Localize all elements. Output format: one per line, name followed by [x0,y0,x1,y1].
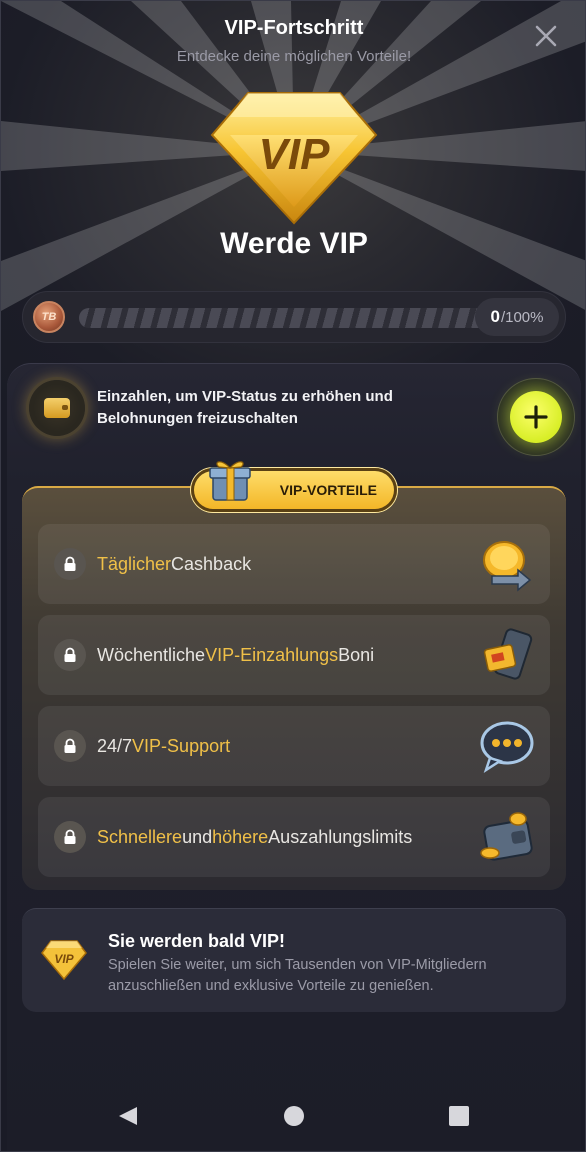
bottom-panel: Einzahlen, um VIP-Status zu erhöhen und … [7,363,581,1151]
page-subtitle: Entdecke deine möglichen Vorteile! [176,48,412,65]
close-button[interactable] [529,19,563,53]
system-navigation-bar [1,1093,585,1141]
wallet-coins-icon [480,812,533,861]
progress-suffix: /100% [500,308,544,326]
page-title: VIP-Fortschritt [224,17,364,39]
deposit-prompt: Einzahlen, um VIP-Status zu erhöhen und … [29,378,575,456]
benefit-item-daily-cashback: Täglicher Cashback [38,524,550,604]
vip-progress-bar: TB 0 /100% [22,291,566,343]
vip-progress-screen: VIP-Fortschritt Entdecke deine möglichen… [0,0,586,1152]
benefit-item-weekly-deposit-bonus: Wöchentliche VIP-Einzahlungs Boni [38,615,550,695]
benefit-text: Täglicher Cashback [97,553,252,574]
back-icon[interactable] [117,1105,139,1127]
lock-icon [54,548,86,580]
benefit-item-vip-support: 24/7 VIP-Support [38,706,550,786]
benefit-text: Schnellere und höhere Auszahlungslimits [97,826,413,847]
vip-benefits-badge: VIP-VORTEILE [191,461,397,512]
svg-text:VIP: VIP [54,952,74,966]
vip-benefits-card: VIP-VORTEILE Täglicher Cashback Wöchentl… [22,461,566,890]
vip-soon-title: Sie werden bald VIP! [108,931,286,951]
progress-track [79,308,487,328]
vip-gem-icon: VIP [210,92,378,225]
progress-value: 0 [490,307,500,326]
lock-icon [54,821,86,853]
recent-apps-icon[interactable] [449,1106,469,1126]
vip-gem-icon: VIP [41,940,87,981]
benefit-item-withdrawal-limits: Schnellere und höhere Auszahlungslimits [38,797,550,877]
progress-percent: 0 /100% [475,298,559,336]
svg-text:VIP: VIP [259,130,331,179]
header: VIP-Fortschritt Entdecke deine möglichen… [1,17,585,65]
deposit-add-button[interactable] [497,378,575,456]
deposit-text: Einzahlen, um VIP-Status zu erhöhen und … [97,388,393,427]
wallet-icon [29,380,85,436]
close-icon [535,25,557,47]
coin-cashback-icon [483,541,532,592]
tb-coin-icon: TB [33,301,65,333]
benefit-text: 24/7 VIP-Support [97,735,231,756]
home-icon[interactable] [284,1106,304,1126]
gift-icon [209,461,251,501]
phone-deposit-icon [483,628,533,680]
lock-icon [54,639,86,671]
plus-icon [524,405,548,429]
vip-soon-card: VIP Sie werden bald VIP! Spielen Sie wei… [22,908,566,1012]
vip-benefits-label: VIP-VORTEILE [279,482,377,498]
benefit-text: Wöchentliche VIP-Einzahlungs Boni [97,644,375,665]
chat-bubble-icon [480,721,534,773]
vip-soon-text: Spielen Sie weiter, um sich Tausenden vo… [108,957,487,994]
lock-icon [54,730,86,762]
become-vip-heading: Werde VIP [220,227,368,260]
